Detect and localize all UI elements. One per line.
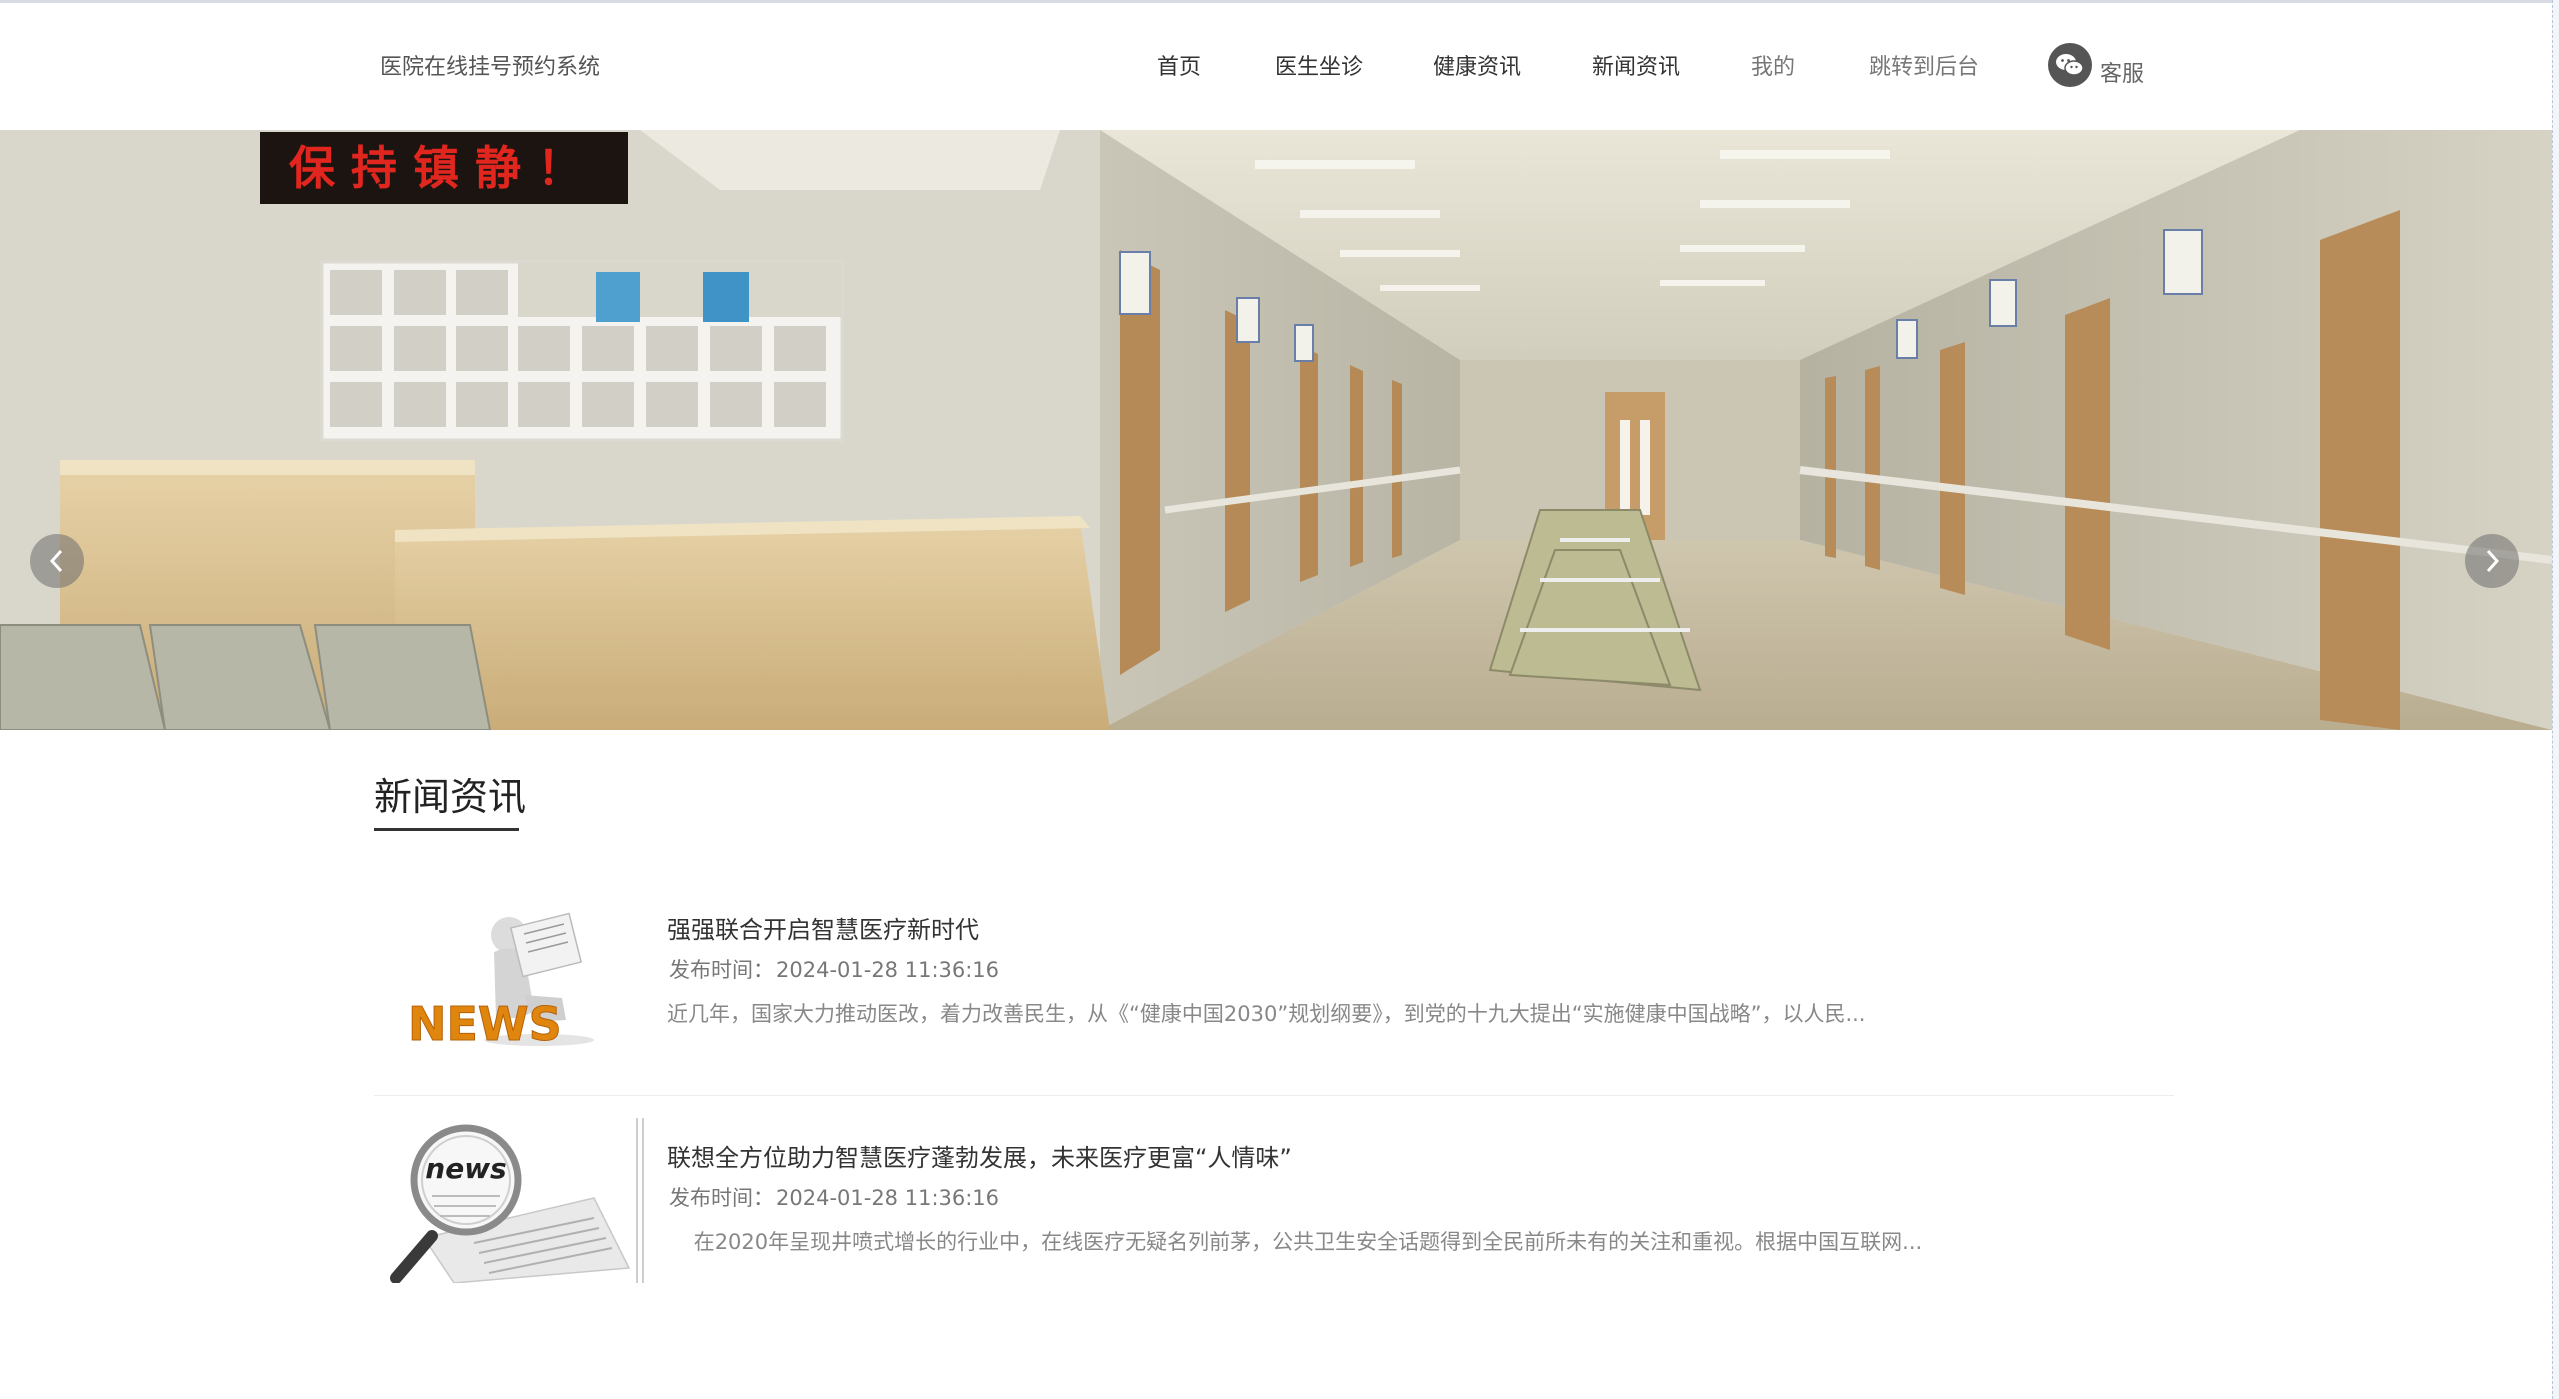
customer-service-button[interactable]: 客服 <box>2048 41 2144 89</box>
news-date-label: 发布时间： <box>669 1186 774 1210</box>
news-thumb-text: news <box>425 1152 506 1185</box>
section-title: 新闻资讯 <box>374 775 527 819</box>
news-date-value: 2024-01-28 11:36:16 <box>776 958 1000 982</box>
main-nav: 首页 医生坐诊 健康资讯 新闻资讯 我的 跳转到后台 <box>0 49 2559 89</box>
news-thumb-text: NEWS <box>408 997 562 1051</box>
chevron-left-icon <box>49 549 63 573</box>
customer-service-label: 客服 <box>2100 62 2145 87</box>
banner-image: 保持镇静！ <box>0 130 2552 730</box>
news-date-value: 2024-01-28 11:36:16 <box>776 1186 1000 1210</box>
news-item[interactable]: NEWS 强强联合开启智慧医疗新时代 发布时间：2024-01-28 11:36… <box>374 890 2174 1096</box>
nav-health-info[interactable]: 健康资讯 <box>1433 49 1521 81</box>
banner-led-sign-text: 保持镇静！ <box>289 141 599 195</box>
carousel-prev-button[interactable] <box>30 534 84 588</box>
wechat-icon <box>2048 43 2092 87</box>
news-date: 发布时间：2024-01-28 11:36:16 <box>667 954 999 984</box>
scrollbar[interactable] <box>2552 0 2559 1399</box>
carousel-next-button[interactable] <box>2465 534 2519 588</box>
nav-admin-link[interactable]: 跳转到后台 <box>1869 49 1979 81</box>
news-thumbnail[interactable]: news <box>384 1118 644 1283</box>
nav-news[interactable]: 新闻资讯 <box>1592 49 1680 81</box>
news-item[interactable]: news 联想全方位助力智慧医疗蓬勃发展，未来医疗更富“人情味” 发布时间：20… <box>374 1118 2174 1298</box>
nav-mine[interactable]: 我的 <box>1751 49 1795 81</box>
nav-home[interactable]: 首页 <box>1157 49 1201 81</box>
top-header: 医院在线挂号预约系统 首页 医生坐诊 健康资讯 新闻资讯 我的 跳转到后台 客服 <box>0 0 2559 130</box>
news-thumbnail[interactable]: NEWS <box>384 890 644 1055</box>
news-summary: 在2020年呈现井喷式增长的行业中，在线医疗无疑名列前茅，公共卫生安全话题得到全… <box>667 1230 1923 1254</box>
section-title-underline <box>374 828 519 831</box>
nav-doctor-clinic[interactable]: 医生坐诊 <box>1275 49 1363 81</box>
news-summary: 近几年，国家大力推动医改，着力改善民生，从《“健康中国2030”规划纲要》，到党… <box>667 1002 1866 1026</box>
news-title[interactable]: 联想全方位助力智慧医疗蓬勃发展，未来医疗更富“人情味” <box>667 1138 1292 1173</box>
chevron-right-icon <box>2486 549 2500 573</box>
hero-carousel[interactable]: 保持镇静！ <box>0 130 2552 730</box>
news-title[interactable]: 强强联合开启智慧医疗新时代 <box>667 910 979 945</box>
news-date-label: 发布时间： <box>669 958 774 982</box>
news-date: 发布时间：2024-01-28 11:36:16 <box>667 1182 999 1212</box>
